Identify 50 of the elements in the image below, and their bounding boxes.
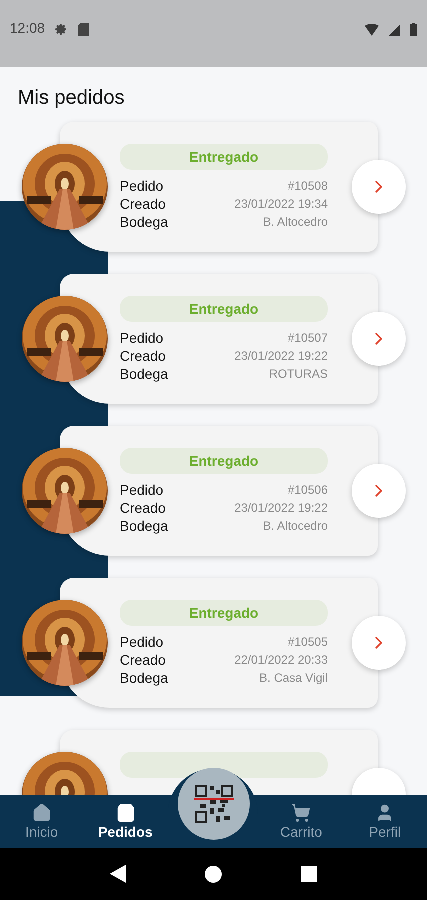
field-label: Creado bbox=[120, 652, 167, 669]
field-value: B. Casa Vigil bbox=[258, 670, 328, 687]
field-label: Bodega bbox=[120, 366, 168, 383]
bag-icon bbox=[116, 803, 136, 823]
status-tag: Entregado bbox=[120, 144, 328, 170]
open-order-button[interactable] bbox=[352, 464, 406, 518]
battery-icon bbox=[410, 23, 417, 36]
settings-icon bbox=[55, 23, 68, 36]
wifi-icon bbox=[365, 24, 379, 36]
nav-tab[interactable]: Inicio bbox=[0, 795, 84, 848]
status-time: 12:08 bbox=[10, 20, 46, 36]
field-value: ROTURAS bbox=[268, 366, 328, 383]
field-value: 23/01/2022 19:22 bbox=[234, 348, 328, 365]
status-tag: Entregado bbox=[120, 448, 328, 474]
field-label: Pedido bbox=[120, 482, 165, 499]
page-title: Mis pedidos bbox=[17, 86, 126, 111]
open-order-button[interactable] bbox=[352, 616, 406, 670]
nav-tab[interactable]: Perfil bbox=[343, 795, 427, 848]
signal-icon bbox=[389, 25, 400, 36]
field-value: #10508 bbox=[286, 178, 328, 195]
nav-tab[interactable]: Pedidos bbox=[84, 795, 168, 848]
field-label: Creado bbox=[120, 500, 167, 517]
field-value: 23/01/2022 19:22 bbox=[234, 500, 328, 517]
open-order-button[interactable] bbox=[352, 312, 406, 366]
field-value: #10506 bbox=[286, 482, 328, 499]
home-button-icon[interactable] bbox=[204, 866, 222, 882]
recents-icon[interactable] bbox=[301, 866, 318, 882]
field-label: Bodega bbox=[120, 518, 168, 535]
field-label: Creado bbox=[120, 348, 167, 365]
field-label: Pedido bbox=[120, 178, 165, 195]
field-value: B. Altocedro bbox=[262, 518, 328, 535]
status-tag: Entregado bbox=[120, 296, 328, 322]
back-icon[interactable] bbox=[110, 865, 126, 883]
field-label: Bodega bbox=[120, 670, 168, 687]
field-label: Pedido bbox=[120, 330, 165, 347]
field-label: Pedido bbox=[120, 634, 165, 651]
field-label: Bodega bbox=[120, 214, 168, 231]
nav-tab[interactable]: Carrito bbox=[260, 795, 344, 848]
field-value: 22/01/2022 20:33 bbox=[234, 652, 328, 669]
cart-icon bbox=[291, 803, 312, 823]
open-order-button[interactable] bbox=[352, 160, 406, 214]
field-value: #10507 bbox=[286, 330, 328, 347]
field-label: Creado bbox=[120, 196, 167, 213]
qr-code-icon bbox=[194, 784, 234, 824]
home-icon bbox=[32, 803, 52, 823]
field-value: 23/01/2022 19:34 bbox=[234, 196, 328, 213]
field-value: B. Altocedro bbox=[262, 214, 328, 231]
field-value: #10505 bbox=[286, 634, 328, 651]
sd-card-icon bbox=[78, 23, 90, 36]
status-tag: Entregado bbox=[120, 600, 328, 626]
